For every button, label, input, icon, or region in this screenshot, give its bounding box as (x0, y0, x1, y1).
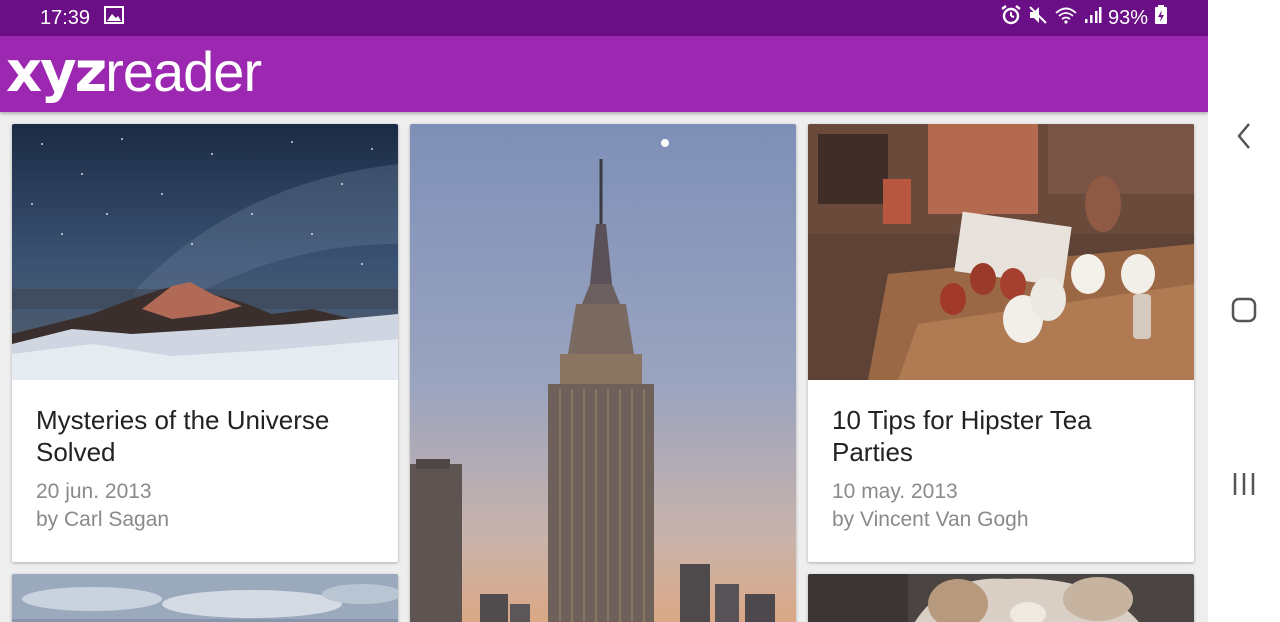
article-title: Mysteries of the Universe Solved (36, 405, 330, 467)
empire-state-building-photo (410, 124, 796, 622)
alarm-icon (1000, 5, 1022, 31)
mute-icon (1028, 5, 1048, 31)
article-card[interactable] (410, 124, 796, 622)
image-icon (104, 6, 125, 30)
article-card[interactable] (12, 574, 398, 622)
navigation-bar (1208, 0, 1280, 622)
article-byline: by Carl Sagan (36, 508, 170, 531)
article-card[interactable] (808, 574, 1194, 622)
battery-icon (1154, 5, 1168, 31)
signal-icon (1084, 5, 1102, 31)
article-title: 10 Tips for Hipster Tea Parties (832, 405, 1092, 467)
article-grid: Mysteries of the Universe Solved 20 jun.… (0, 112, 1208, 622)
logo-bold-text: xyz (6, 40, 107, 105)
article-card[interactable]: 10 Tips for Hipster Tea Parties 10 may. … (808, 124, 1194, 562)
app-logo: xyzreader (6, 44, 262, 101)
app-bar: xyzreader (0, 36, 1208, 112)
tea-cups-table-photo (808, 124, 1194, 380)
starry-mountain-photo (12, 124, 398, 380)
wifi-icon (1054, 5, 1078, 31)
article-card[interactable]: Mysteries of the Universe Solved 20 jun.… (12, 124, 398, 562)
battery-percent: 93% (1107, 6, 1148, 29)
home-icon[interactable] (1228, 294, 1260, 326)
status-time: 17:39 (40, 6, 91, 29)
logo-light-text: reader (105, 40, 262, 103)
cloudy-sky-photo (12, 574, 398, 622)
article-date: 10 may. 2013 (832, 480, 958, 503)
article-byline: by Vincent Van Gogh (832, 508, 1029, 531)
app-screen: 17:39 93% xyzreader Mysteries of the Uni… (0, 0, 1208, 622)
recent-apps-icon[interactable] (1228, 468, 1260, 500)
status-bar: 17:39 93% (0, 0, 1208, 36)
dog-photo (808, 574, 1194, 622)
article-date: 20 jun. 2013 (36, 480, 152, 503)
back-icon[interactable] (1228, 120, 1260, 152)
